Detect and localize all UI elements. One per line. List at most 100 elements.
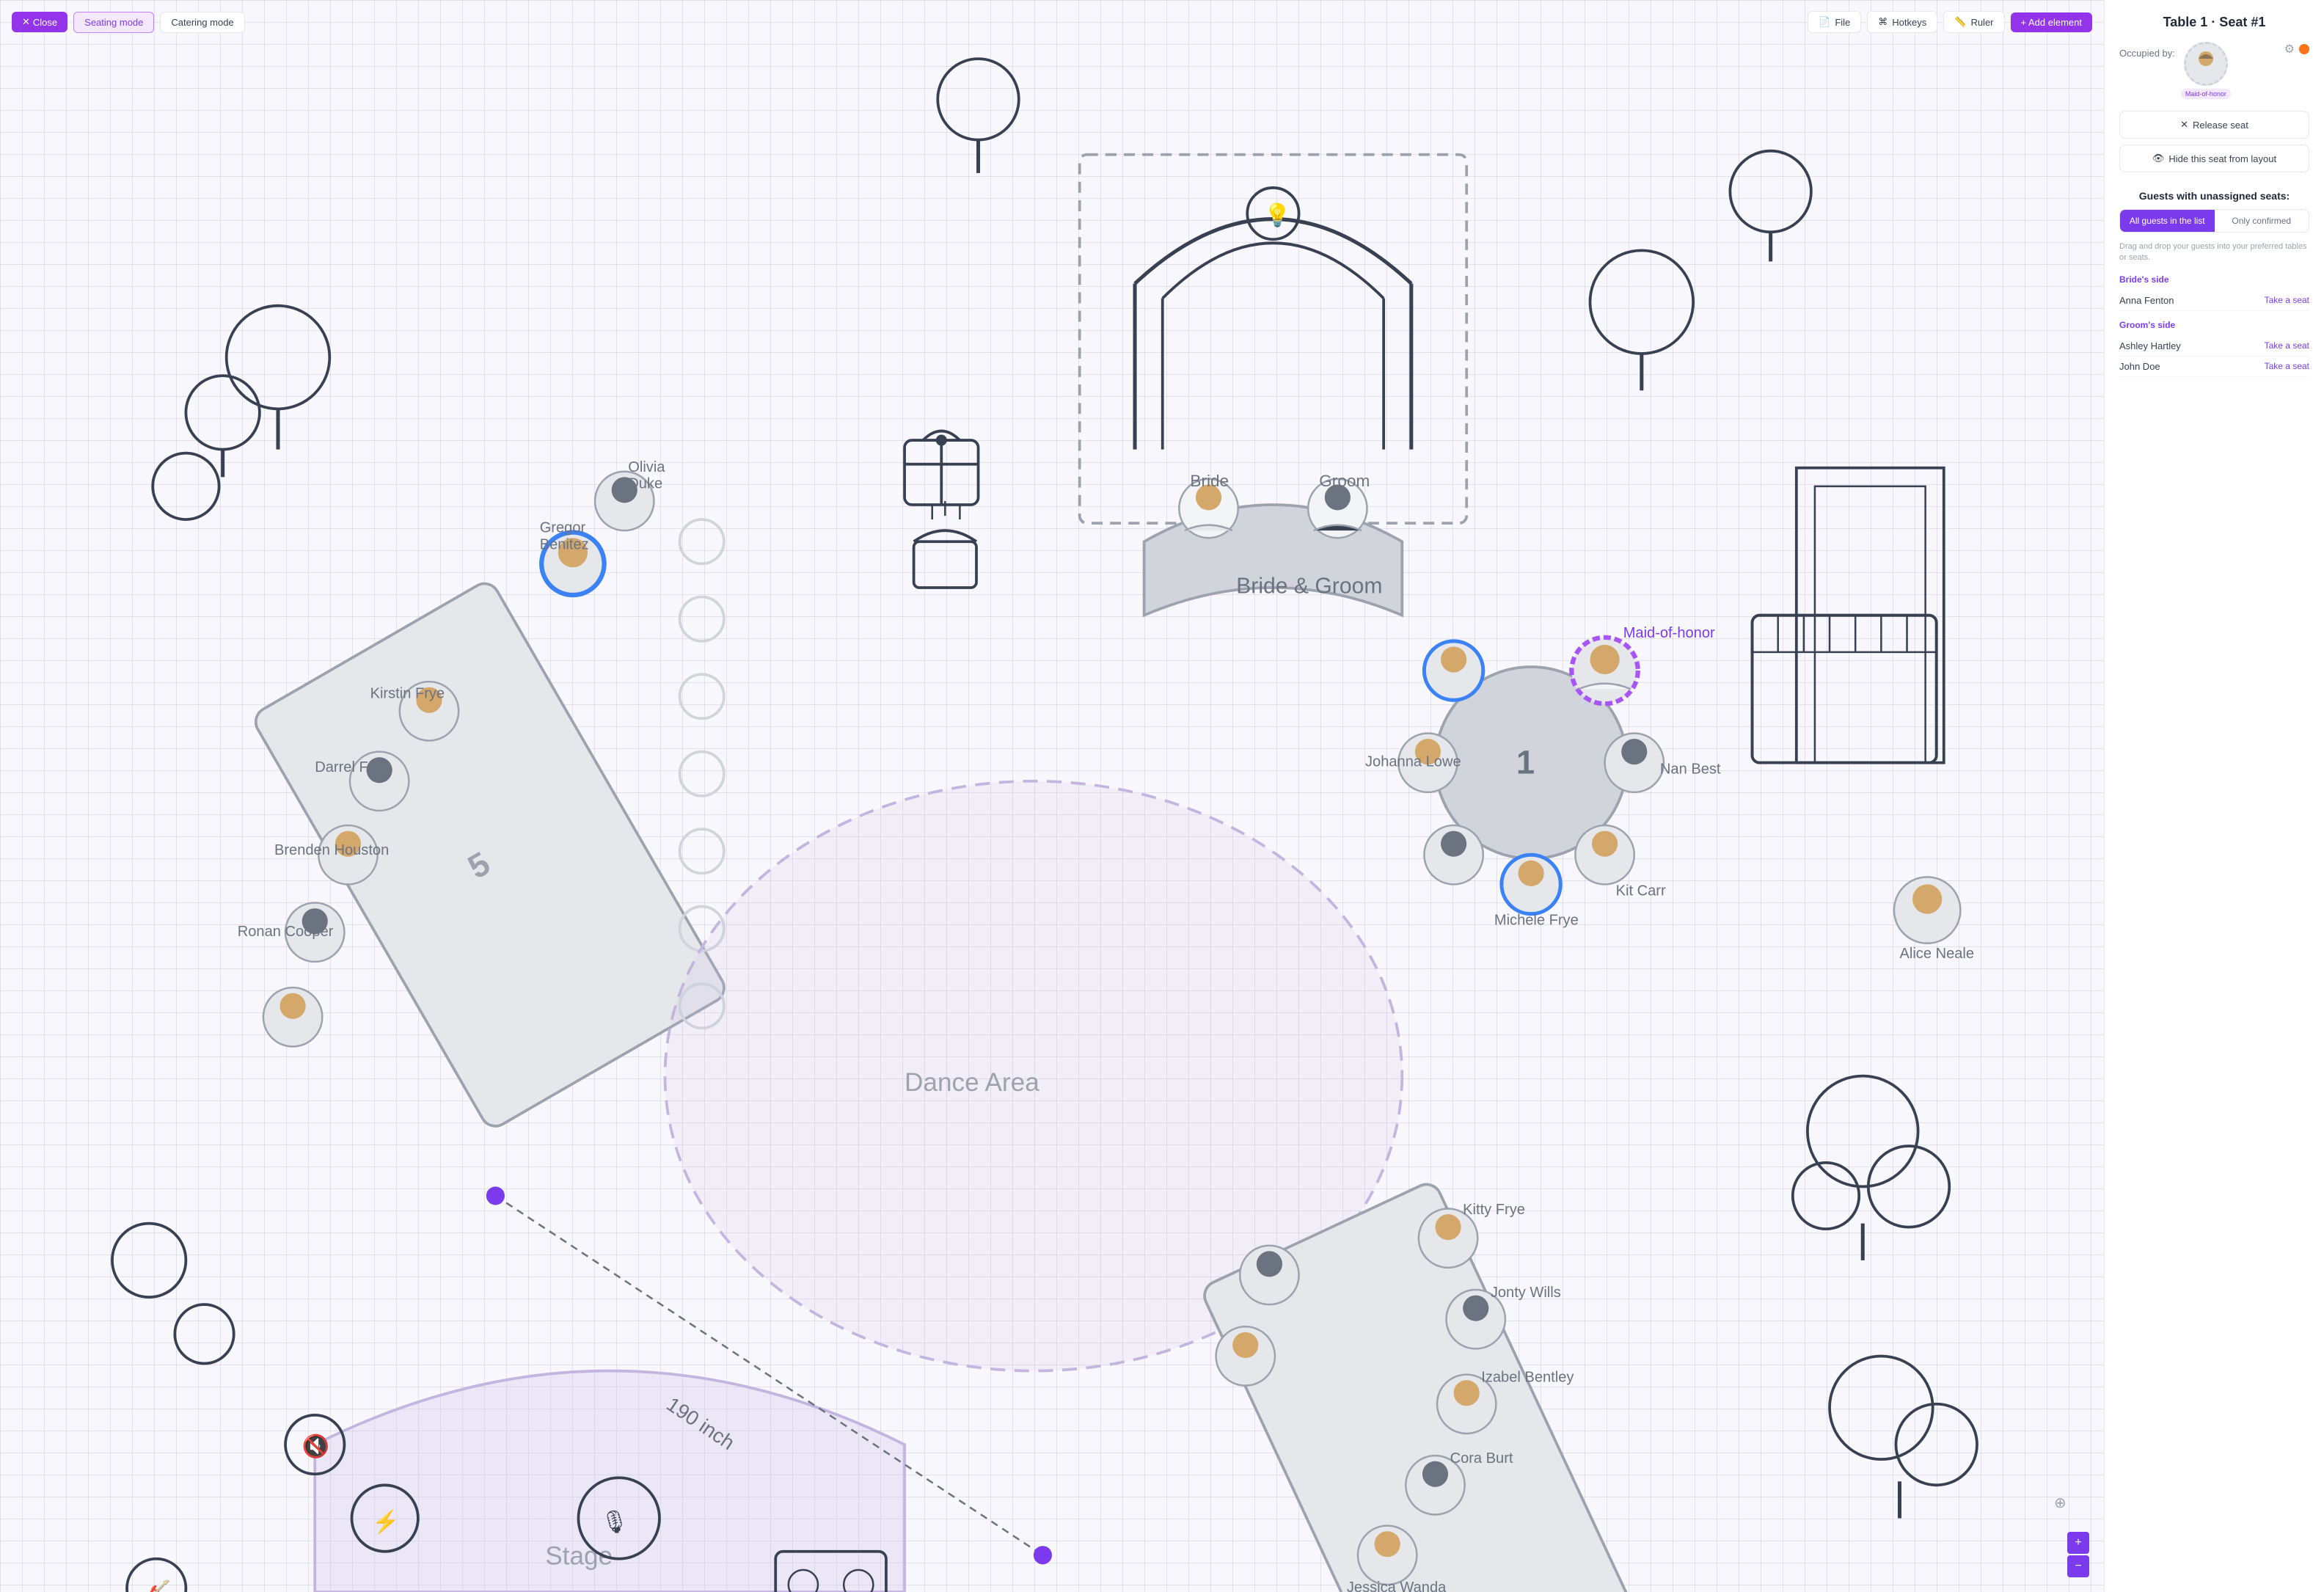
svg-text:Groom: Groom bbox=[1319, 472, 1370, 490]
hotkeys-button[interactable]: ⌘ Hotkeys bbox=[1867, 11, 1937, 33]
tree-bottom-left bbox=[112, 1224, 234, 1364]
hotkeys-icon: ⌘ bbox=[1878, 16, 1888, 28]
sidebar-title: Table 1 · Seat #1 bbox=[2119, 15, 2309, 30]
svg-text:🎙: 🎙 bbox=[601, 1511, 629, 1535]
release-seat-button[interactable]: ✕ Release seat bbox=[2119, 111, 2309, 139]
guest-row-ashley: Ashley Hartley Take a seat bbox=[2119, 336, 2309, 357]
occupied-section: Occupied by: Maid-of-honor ⚙ bbox=[2119, 42, 2309, 99]
add-element-label: + Add element bbox=[2021, 17, 2082, 28]
occupied-avatar-wrap: Maid-of-honor bbox=[2181, 42, 2231, 99]
guest-row-anna: Anna Fenton Take a seat bbox=[2119, 291, 2309, 311]
file-icon: 📄 bbox=[1819, 16, 1830, 28]
dance-area-label: Dance Area bbox=[905, 1068, 1039, 1097]
bride-group-label: Bride's side bbox=[2119, 274, 2309, 285]
svg-text:Bride: Bride bbox=[1190, 472, 1229, 490]
zoom-controls: ⊕ + − bbox=[2067, 1532, 2089, 1577]
tree-top-left bbox=[153, 306, 329, 519]
alice-neale: Alice Neale bbox=[1894, 877, 1974, 962]
bride-groom-table[interactable]: Bride & Groom Bride Groom bbox=[1144, 472, 1403, 616]
svg-text:Darrel Frye: Darrel Frye bbox=[315, 759, 388, 775]
occupied-avatar bbox=[2184, 42, 2228, 86]
svg-text:Kit Carr: Kit Carr bbox=[1616, 883, 1666, 899]
venue-svg: 💡 Bride & Groom bbox=[0, 44, 2104, 1592]
catering-mode-label: Catering mode bbox=[171, 17, 233, 28]
svg-text:Brenden Houston: Brenden Houston bbox=[274, 842, 389, 858]
take-seat-ashley[interactable]: Take a seat bbox=[2265, 340, 2309, 351]
canvas-content: 💡 Bride & Groom bbox=[0, 44, 2104, 1592]
svg-text:Jessica Wanda: Jessica Wanda bbox=[1347, 1580, 1447, 1592]
zoom-in-button[interactable]: + bbox=[2067, 1532, 2089, 1554]
eye-icon: 👁 bbox=[2152, 153, 2165, 164]
take-seat-john[interactable]: Take a seat bbox=[2265, 361, 2309, 371]
release-seat-label: Release seat bbox=[2193, 120, 2248, 131]
status-dot bbox=[2299, 44, 2309, 54]
avatar-badge: Maid-of-honor bbox=[2181, 89, 2231, 99]
piano bbox=[1753, 616, 1937, 763]
svg-text:Jonty Wills: Jonty Wills bbox=[1491, 1285, 1561, 1301]
svg-text:Cora Burt: Cora Burt bbox=[1450, 1450, 1513, 1467]
table-1[interactable]: 1 Maid-of-honor Nan Best Kit Carr Michel… bbox=[1365, 625, 1721, 929]
seating-mode-button[interactable]: Seating mode bbox=[73, 12, 154, 33]
guest-name-ashley: Ashley Hartley bbox=[2119, 340, 2181, 351]
gift-icon bbox=[905, 431, 978, 505]
x-icon: ✕ bbox=[2180, 119, 2188, 131]
svg-text:Bride & Groom: Bride & Groom bbox=[1236, 574, 1382, 599]
avatar-svg bbox=[2188, 45, 2224, 82]
guest-tab-group: All guests in the list Only confirmed bbox=[2119, 209, 2309, 233]
groom-group-label: Groom's side bbox=[2119, 320, 2309, 330]
ruler-label: Ruler bbox=[1970, 17, 1993, 28]
catering-mode-button[interactable]: Catering mode bbox=[160, 12, 244, 33]
guest-name-john: John Doe bbox=[2119, 361, 2160, 372]
tree-right-mid bbox=[1793, 1076, 1950, 1260]
drag-hint: Drag and drop your guests into your pref… bbox=[2119, 241, 2309, 264]
add-element-button[interactable]: + Add element bbox=[2011, 12, 2092, 32]
close-icon: ✕ bbox=[22, 16, 30, 28]
svg-text:Benitez: Benitez bbox=[540, 536, 589, 552]
tree-top-right-2 bbox=[1730, 151, 1811, 262]
arch-gazebo: 💡 bbox=[1080, 155, 1467, 523]
svg-text:Kitty Frye: Kitty Frye bbox=[1463, 1202, 1525, 1218]
guest-name-anna: Anna Fenton bbox=[2119, 295, 2174, 306]
svg-text:1: 1 bbox=[1516, 744, 1535, 781]
svg-text:Maid-of-honor: Maid-of-honor bbox=[1623, 625, 1715, 641]
svg-text:Johanna Lowe: Johanna Lowe bbox=[1365, 754, 1461, 770]
svg-text:Izabel Bentley: Izabel Bentley bbox=[1481, 1370, 1574, 1386]
svg-text:Kirstin Frye: Kirstin Frye bbox=[370, 686, 445, 702]
take-seat-anna[interactable]: Take a seat bbox=[2265, 295, 2309, 305]
svg-text:Duke: Duke bbox=[628, 475, 662, 492]
svg-text:Gregor: Gregor bbox=[540, 520, 586, 536]
close-button[interactable]: ✕ Close bbox=[12, 12, 67, 32]
svg-text:Nan Best: Nan Best bbox=[1660, 762, 1721, 778]
svg-text:Alice Neale: Alice Neale bbox=[1899, 946, 1974, 962]
close-label: Close bbox=[33, 17, 57, 28]
settings-icon[interactable]: ⚙ bbox=[2284, 42, 2295, 56]
tab-all-guests[interactable]: All guests in the list bbox=[2120, 210, 2215, 232]
guests-title: Guests with unassigned seats: bbox=[2119, 190, 2309, 202]
svg-text:Ronan Cooper: Ronan Cooper bbox=[238, 924, 334, 940]
tree-right-bottom bbox=[1830, 1356, 1977, 1518]
hide-seat-button[interactable]: 👁 Hide this seat from layout bbox=[2119, 145, 2309, 172]
ruler-icon: 📏 bbox=[1954, 16, 1966, 28]
zoom-out-button[interactable]: − bbox=[2067, 1555, 2089, 1577]
tab-confirmed[interactable]: Only confirmed bbox=[2215, 210, 2309, 232]
hide-seat-label: Hide this seat from layout bbox=[2168, 153, 2276, 164]
cake-icon bbox=[914, 501, 976, 588]
tree-top-center bbox=[938, 59, 1019, 173]
svg-text:💡: 💡 bbox=[1264, 202, 1292, 228]
svg-text:⚡: ⚡ bbox=[372, 1509, 400, 1536]
svg-text:Michele Frye: Michele Frye bbox=[1494, 913, 1579, 929]
occupied-label: Occupied by: bbox=[2119, 42, 2175, 59]
guest-row-john: John Doe Take a seat bbox=[2119, 357, 2309, 377]
tree-top-right-1 bbox=[1590, 250, 1693, 390]
compass-icon: ⊕ bbox=[2054, 1494, 2072, 1511]
hotkeys-label: Hotkeys bbox=[1892, 17, 1926, 28]
svg-text:Olivia: Olivia bbox=[628, 459, 665, 475]
ruler-button[interactable]: 📏 Ruler bbox=[1943, 11, 2004, 33]
seating-mode-label: Seating mode bbox=[84, 17, 143, 28]
occupied-settings: ⚙ bbox=[2284, 42, 2309, 56]
svg-text:🔇: 🔇 bbox=[302, 1434, 330, 1459]
sidebar: Table 1 · Seat #1 Occupied by: Maid-of-h… bbox=[2104, 0, 2324, 1592]
file-label: File bbox=[1835, 17, 1850, 28]
file-button[interactable]: 📄 File bbox=[1808, 11, 1861, 33]
toolbar: ✕ Close Seating mode Catering mode 📄 Fil… bbox=[0, 0, 2104, 44]
